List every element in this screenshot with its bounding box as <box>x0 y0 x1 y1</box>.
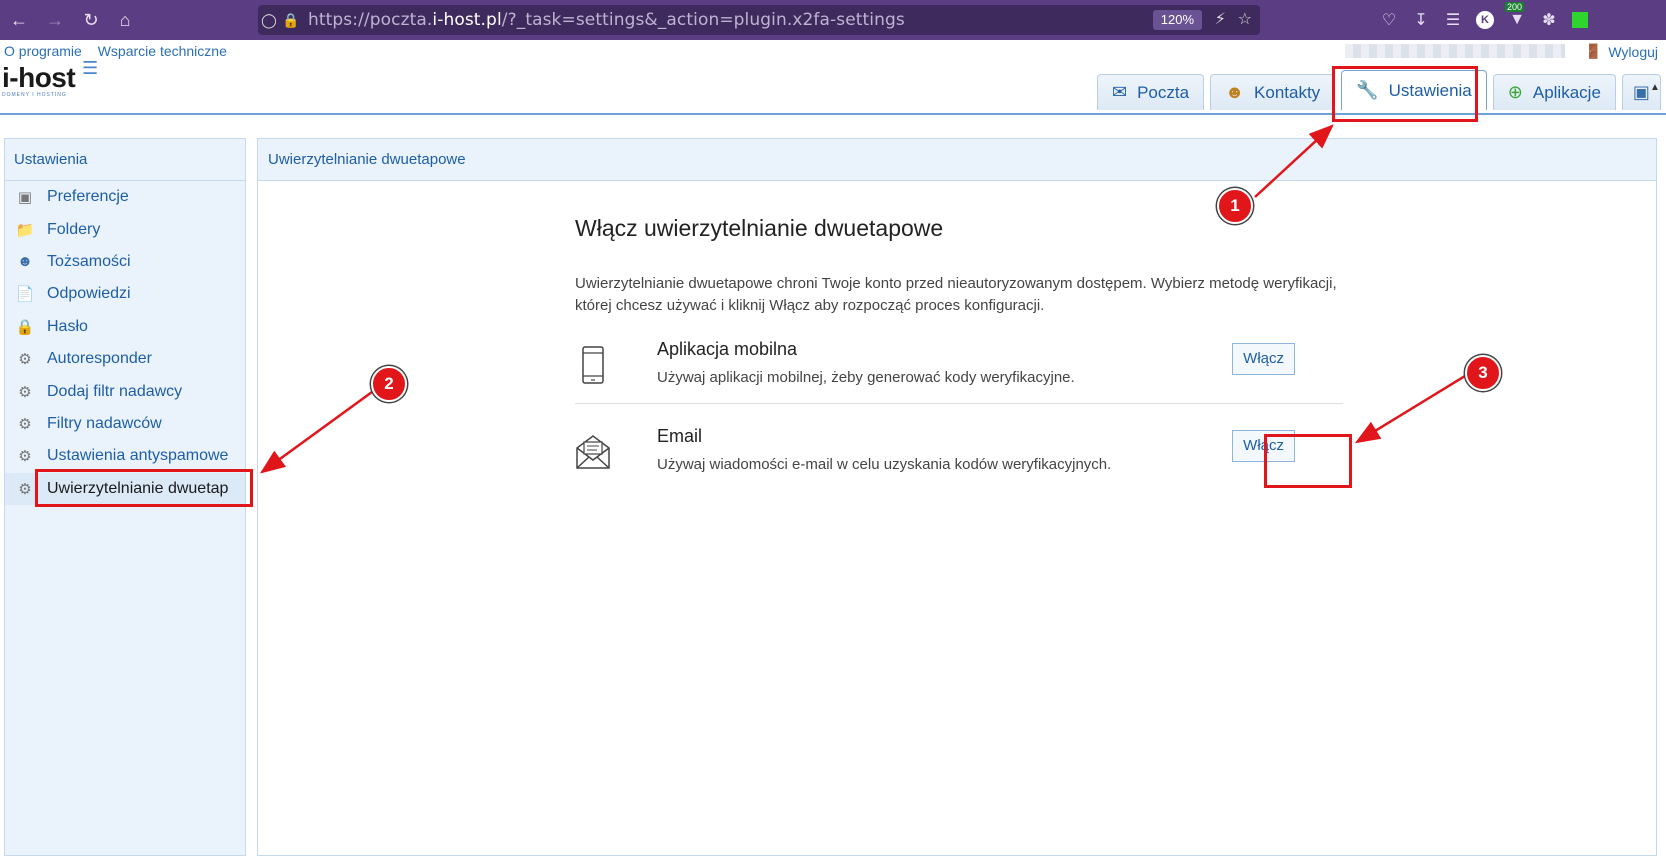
annotation-marker-3: 3 <box>1465 355 1501 391</box>
annotation-arrows <box>259 124 1466 474</box>
annotation-marker-2: 2 <box>371 366 407 402</box>
annotation-marker-1: 1 <box>1217 188 1253 224</box>
